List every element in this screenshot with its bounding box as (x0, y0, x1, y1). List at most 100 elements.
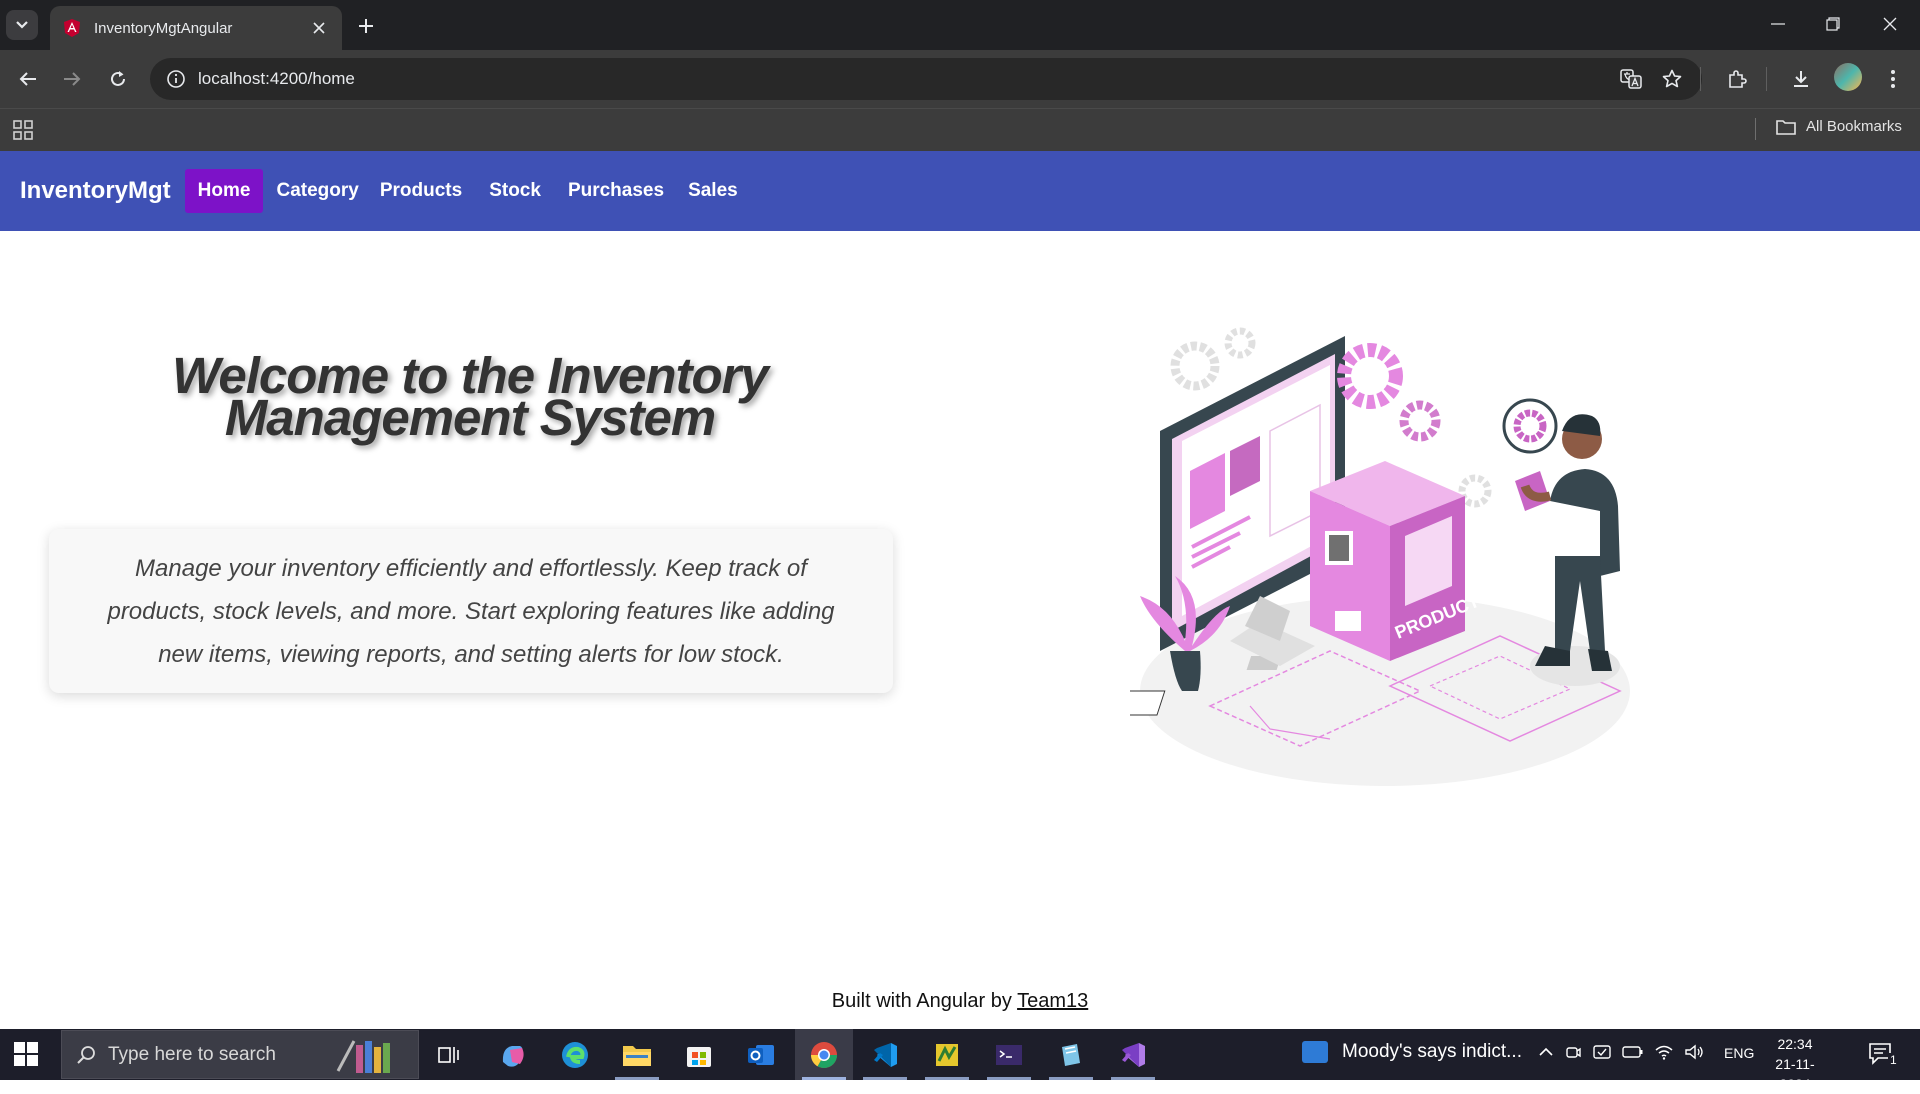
volume-icon[interactable] (1684, 1044, 1704, 1060)
store-icon (687, 1047, 711, 1067)
all-bookmarks-label: All Bookmarks (1806, 118, 1902, 135)
taskbar-app-blue[interactable] (1049, 1038, 1093, 1080)
plus-icon (359, 19, 373, 33)
close-icon (1883, 17, 1897, 31)
bookmarks-divider (1755, 118, 1756, 140)
language-indicator[interactable]: ENG (1724, 1045, 1754, 1061)
translate-icon (1620, 69, 1642, 89)
all-bookmarks-button[interactable]: All Bookmarks (1776, 118, 1902, 135)
taskbar-clock[interactable]: 22:34 21-11-2024 (1760, 1034, 1830, 1094)
news-headline: Moody's says indict... (1342, 1041, 1522, 1062)
browser-toolbar: localhost:4200/home (0, 50, 1920, 108)
nav-home[interactable]: Home (184, 169, 264, 213)
minimize-icon (1771, 23, 1785, 25)
clock-date: 21-11-2024 (1775, 1056, 1815, 1092)
battery-icon[interactable] (1622, 1045, 1644, 1059)
nav-sales[interactable]: Sales (675, 169, 751, 213)
apps-grid-icon (13, 120, 33, 140)
tab-search-button[interactable] (6, 10, 38, 40)
more-vertical-icon (1891, 70, 1895, 88)
start-button[interactable] (14, 1042, 38, 1066)
chevron-up-icon[interactable] (1538, 1046, 1554, 1058)
nav-products[interactable]: Products (367, 169, 475, 213)
meet-icon[interactable] (1564, 1043, 1582, 1061)
news-icon (1302, 1041, 1328, 1063)
toolbar-divider (1766, 67, 1767, 91)
profile-avatar[interactable] (1834, 63, 1862, 91)
back-button[interactable] (13, 64, 43, 94)
taskbar-copilot[interactable] (496, 1038, 530, 1072)
address-bar[interactable]: localhost:4200/home (150, 58, 1702, 100)
minimize-button[interactable] (1760, 8, 1796, 40)
brand-logo[interactable]: InventoryMgt (20, 177, 171, 205)
taskbar-app-green[interactable] (925, 1038, 969, 1080)
apps-button[interactable] (12, 119, 34, 141)
taskbar-edge[interactable] (558, 1038, 592, 1072)
chevron-down-icon (16, 21, 28, 29)
taskbar-search-box[interactable]: Type here to search (61, 1030, 419, 1079)
star-icon (1662, 69, 1682, 88)
books-icon (336, 1040, 390, 1073)
footer-team-link[interactable]: Team13 (1017, 990, 1088, 1012)
taskbar-store[interactable] (682, 1038, 716, 1072)
inventory-illustration: PRODUCT (1130, 327, 1630, 786)
extensions-button[interactable] (1722, 64, 1752, 94)
new-tab-button[interactable] (352, 12, 380, 40)
info-icon (167, 70, 185, 88)
vscode-icon (874, 1043, 897, 1067)
tool-icon (936, 1044, 958, 1066)
footer-text: Built with Angular by (831, 990, 1012, 1012)
forward-button[interactable] (57, 64, 87, 94)
taskbar-outlook[interactable] (744, 1038, 778, 1072)
app-navbar: InventoryMgt Home Category Products Stoc… (0, 151, 1920, 231)
search-icon (77, 1045, 95, 1064)
page-title: Welcome to the Inventory Management Syst… (172, 347, 769, 446)
close-window-button[interactable] (1872, 8, 1908, 40)
url-text: localhost:4200/home (198, 69, 355, 88)
taskbar-terminal[interactable] (987, 1038, 1031, 1080)
task-view-icon (438, 1047, 459, 1063)
reload-icon (111, 71, 125, 86)
folder-icon (623, 1046, 651, 1066)
bookmark-star-button[interactable] (1657, 64, 1687, 94)
footer: Built with Angular by Team13 (0, 990, 1920, 1013)
restore-icon (1826, 17, 1840, 31)
taskbar-task-view[interactable] (432, 1038, 466, 1072)
wifi-icon[interactable] (1654, 1044, 1674, 1060)
clock-time: 22:34 (1777, 1036, 1813, 1052)
device-icon[interactable] (1592, 1043, 1612, 1061)
tab-title: InventoryMgtAngular (94, 19, 233, 37)
nav-stock[interactable]: Stock (476, 169, 554, 213)
translate-button[interactable] (1616, 64, 1646, 94)
angular-icon (64, 19, 80, 37)
tab-strip: InventoryMgtAngular (0, 0, 1920, 50)
taskbar-search-placeholder: Type here to search (108, 1043, 276, 1065)
taskbar-chrome[interactable] (802, 1038, 846, 1080)
terminal-icon (996, 1045, 1022, 1065)
description-card: Manage your inventory efficiently and ef… (49, 529, 893, 693)
puzzle-icon (1729, 70, 1747, 88)
notification-center-button[interactable]: 1 (1868, 1041, 1899, 1067)
chrome-icon (810, 1042, 838, 1069)
system-tray (1538, 1043, 1704, 1061)
menu-button[interactable] (1878, 64, 1908, 94)
taskbar-file-explorer[interactable] (615, 1038, 659, 1080)
downloads-button[interactable] (1786, 64, 1816, 94)
windows-taskbar: Type here to search Moody's says indict.… (0, 1029, 1920, 1092)
taskbar-visual-studio[interactable] (1111, 1038, 1155, 1080)
browser-tab[interactable]: InventoryMgtAngular (50, 6, 342, 50)
reload-button[interactable] (103, 64, 133, 94)
description-text: Manage your inventory efficiently and ef… (107, 555, 835, 668)
nav-purchases[interactable]: Purchases (555, 169, 677, 213)
copilot-icon (502, 1046, 524, 1067)
taskbar-vscode[interactable] (863, 1038, 907, 1080)
outlook-icon (748, 1045, 774, 1065)
nav-category[interactable]: Category (263, 169, 371, 213)
windows-icon (14, 1042, 38, 1066)
restore-button[interactable] (1815, 8, 1851, 40)
main-content: Welcome to the Inventory Management Syst… (0, 231, 1920, 1029)
taskbar-news-widget[interactable]: Moody's says indict... (1302, 1041, 1522, 1063)
arrow-left-icon (19, 72, 36, 86)
tab-close-icon[interactable] (308, 17, 330, 39)
bookmarks-bar: All Bookmarks (0, 108, 1920, 151)
